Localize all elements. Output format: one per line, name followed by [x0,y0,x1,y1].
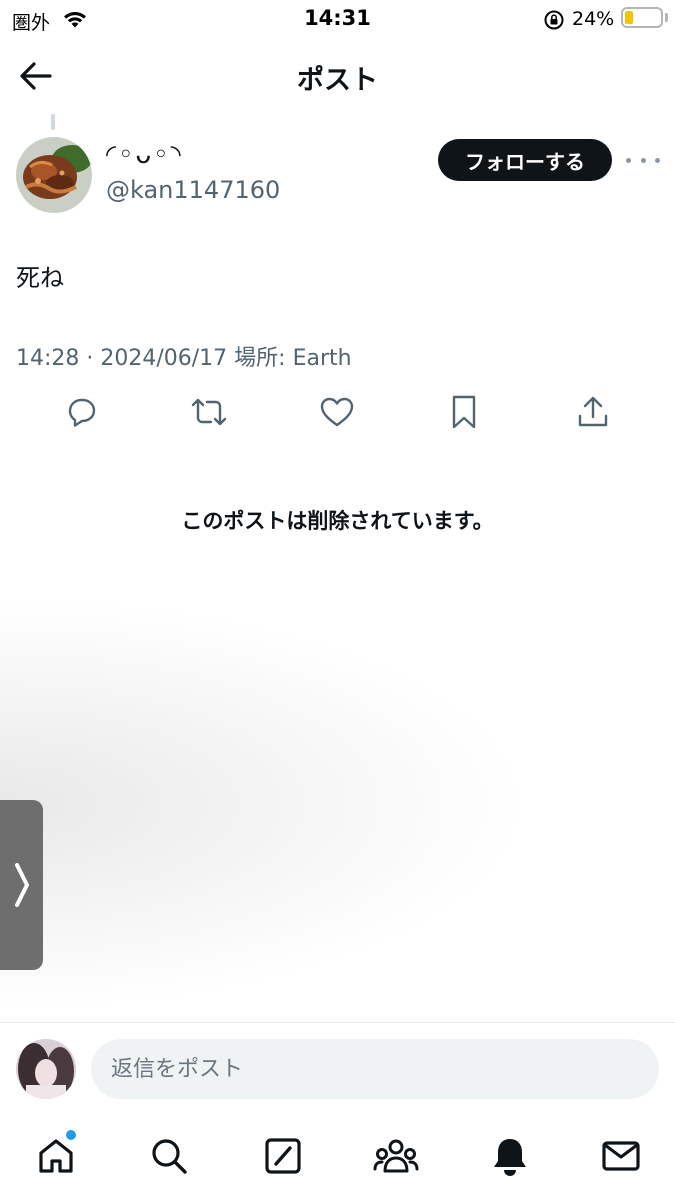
reply-bar [0,1022,675,1117]
grok-icon [265,1138,301,1174]
status-bar: 圏外 14:31 24% [0,0,675,38]
messages-icon [602,1141,640,1171]
repost-button[interactable] [187,390,231,434]
author-display-name[interactable]: ◜◦ᴗ◦◝ [106,140,183,170]
page-title: ポスト [297,65,378,96]
post-text: 死ね [16,264,64,292]
battery-percent: 24% [572,8,615,30]
more-horizontal-icon[interactable] [626,148,660,172]
tab-grok[interactable] [259,1132,307,1180]
avatar-image [16,137,92,213]
current-user-avatar[interactable] [16,1039,76,1099]
thread-connector [51,114,55,130]
tab-messages[interactable] [597,1132,645,1180]
header: ポスト [0,42,675,108]
tab-communities[interactable] [372,1132,420,1180]
follow-button[interactable]: フォローする [438,139,612,181]
notifications-icon [494,1139,526,1176]
author-handle[interactable]: @kan1147160 [106,176,280,204]
share-button[interactable] [571,390,615,434]
share-icon [578,396,608,427]
battery-icon [621,7,663,28]
home-badge-dot [66,1130,76,1140]
search-icon [152,1139,187,1174]
battery-tip [665,13,668,22]
communities-icon [373,1139,419,1173]
side-drawer-handle[interactable] [0,800,43,970]
deleted-post-notice: このポストは削除されています。 [181,509,494,533]
repost-icon [191,398,227,426]
reply-input[interactable] [91,1039,659,1099]
like-icon [320,397,354,427]
tab-search[interactable] [145,1132,193,1180]
rotation-lock-icon [544,10,564,30]
reply-button[interactable] [59,390,103,434]
home-icon [39,1139,73,1173]
like-button[interactable] [315,390,359,434]
author-avatar[interactable] [16,137,92,213]
post-timestamp: 14:28 · 2024/06/17 場所: Earth [16,346,352,371]
reply-icon [68,398,96,427]
tab-notifications[interactable] [486,1132,534,1180]
chevron-right-icon [14,863,29,907]
tab-bar [0,1118,675,1200]
battery-fill [625,11,633,24]
avatar-image [16,1039,76,1099]
bookmark-icon [452,395,476,429]
post-actions [0,390,675,434]
bookmark-button[interactable] [442,390,486,434]
